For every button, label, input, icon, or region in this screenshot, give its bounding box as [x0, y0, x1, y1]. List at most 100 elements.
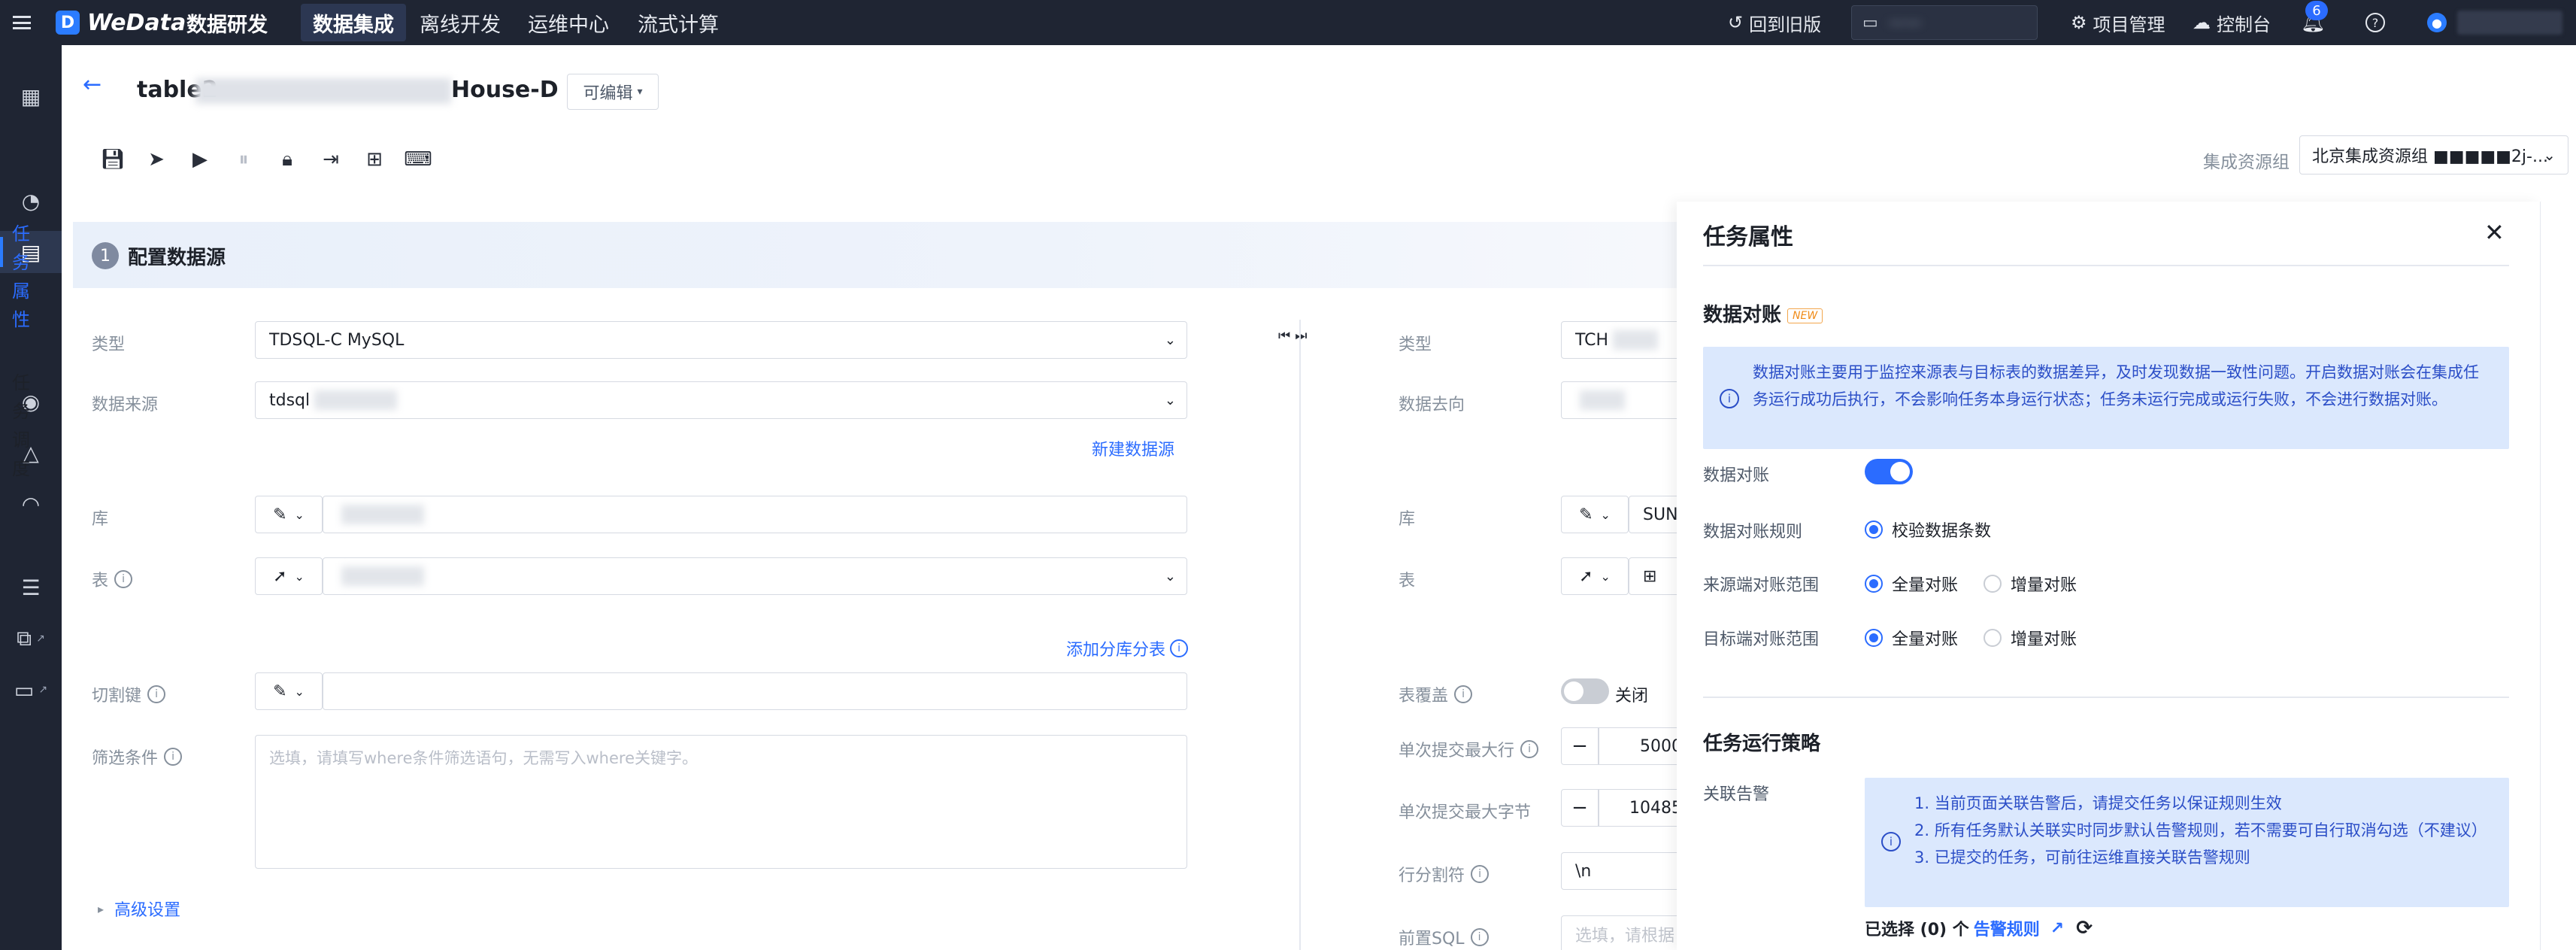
source-datasource-value: tdsql [269, 390, 311, 410]
source-range-incr-label: 增量对账 [2011, 576, 2077, 595]
max-rows-label-text: 单次提交最大行 [1399, 742, 1515, 760]
alarm-notice-line-2: 2. 所有任务默认关联实时同步默认告警规则，若不需要可自行取消勾选（不建议） [1914, 821, 2487, 839]
source-type-label: 类型 [92, 335, 126, 354]
menu-button[interactable] [11, 0, 33, 45]
undo-icon: ↺ [1728, 12, 1744, 33]
table-overwrite-state: 关闭 [1615, 687, 1649, 706]
edit-status-dropdown[interactable]: 可编辑 ▾ [567, 74, 659, 110]
reconciliation-toggle[interactable] [1865, 459, 1913, 484]
source-range-full-label: 全量对账 [1892, 576, 1959, 595]
resource-group-select[interactable]: 北京集成资源组 ■■■■■2j-... ⌄ [2299, 135, 2568, 175]
brand-name: WeData [87, 9, 186, 36]
filter-textarea[interactable]: 选填，请填写where条件筛选语句，无需写入where关键字。 [255, 735, 1187, 869]
gauge-icon[interactable]: ◠ [0, 483, 62, 525]
close-icon[interactable]: ✕ [2484, 218, 2505, 247]
collapse-panels-icon[interactable]: ⏮⏭ [1278, 328, 1311, 344]
info-icon[interactable]: i [1520, 740, 1539, 758]
source-datasource-select[interactable]: tdsql ⌄ [255, 381, 1187, 419]
data-integration-nav-icon[interactable]: ▤ [0, 231, 62, 273]
target-range-incr-radio[interactable]: 增量对账 [1984, 626, 2077, 650]
task-list-icon[interactable]: ☰ [0, 566, 62, 609]
info-icon[interactable]: i [114, 570, 133, 588]
tab-stream-compute[interactable]: 流式计算 [638, 0, 719, 45]
source-db-input[interactable] [323, 496, 1187, 533]
gear-icon: ⚙ [2071, 12, 2087, 33]
back-arrow-icon[interactable]: ← [83, 71, 102, 98]
new-badge: NEW [1787, 308, 1823, 323]
chevron-down-icon: ⌄ [1164, 332, 1176, 348]
radio-checked-icon [1865, 575, 1883, 593]
max-rows-decrement-button[interactable]: − [1561, 727, 1599, 765]
info-icon[interactable]: i [164, 748, 183, 766]
info-icon[interactable]: i [1454, 685, 1473, 703]
hamburger-icon [13, 16, 31, 29]
alarm-notice: i 1. 当前页面关联告警后，请提交任务以保证规则生效 2. 所有任务默认关联实… [1865, 778, 2509, 907]
side-tab-task-properties[interactable]: 任务属性 [12, 220, 30, 334]
side-tab-task-schedule[interactable]: 任务调度 [12, 369, 30, 483]
nodes-icon[interactable]: △ [0, 432, 62, 474]
tab-ops-center[interactable]: 运维中心 [528, 0, 609, 45]
submit-icon[interactable]: ➤ [144, 147, 168, 171]
dashboard-icon[interactable]: ◔ [0, 180, 62, 222]
section-title: 配置数据源 [128, 247, 226, 269]
new-datasource-link[interactable]: 新建数据源 [1092, 436, 1174, 460]
alarm-notice-line-3: 3. 已提交的任务，可前往运维直接关联告警规则 [1914, 848, 2250, 867]
folder-external-icon[interactable]: ▭ ↗ [0, 669, 62, 711]
brand-logo[interactable]: D WeData [56, 0, 186, 45]
console-button[interactable]: ☁ 控制台 [2193, 0, 2271, 45]
source-type-select[interactable]: TDSQL-C MySQL ⌄ [255, 321, 1187, 359]
target-range-full-label: 全量对账 [1892, 630, 1959, 649]
target-table-mode-button[interactable]: ➚ ⌄ [1561, 557, 1629, 595]
advanced-settings-toggle[interactable]: ▸ 高级设置 [98, 897, 180, 921]
lock-icon[interactable]: 🔒︎ [275, 147, 299, 171]
source-db-mode-button[interactable]: ✎ ⌄ [255, 496, 323, 533]
target-db-mode-button[interactable]: ✎ ⌄ [1561, 496, 1629, 533]
avatar[interactable]: ● [2427, 13, 2447, 32]
source-range-full-radio[interactable]: 全量对账 [1865, 572, 1958, 596]
target-type-value: TCH [1575, 330, 1609, 350]
max-bytes-decrement-button[interactable]: − [1561, 789, 1599, 827]
back-old-version-button[interactable]: ↺ 回到旧版 [1728, 0, 1821, 45]
info-icon: i [1170, 639, 1189, 657]
pause-icon[interactable]: ⏸ [232, 147, 256, 171]
help-icon[interactable]: ? [2365, 0, 2385, 45]
alarm-label: 关联告警 [1703, 785, 1770, 804]
tab-offline-dev[interactable]: 离线开发 [420, 0, 501, 45]
source-table-mode-button[interactable]: ➚ ⌄ [255, 557, 323, 595]
project-select[interactable]: ▭ —— [1851, 5, 2038, 40]
filter-label-text: 筛选条件 [92, 749, 159, 768]
caret-right-icon: ▸ [98, 901, 105, 916]
console-label: 控制台 [2217, 14, 2271, 35]
task-toolbar: 💾︎ ➤ ▶ ⏸ 🔒︎ ⇥ ⊞ ⌨ [101, 147, 432, 171]
target-range-label: 目标端对账范围 [1703, 630, 1820, 649]
table-overwrite-toggle[interactable] [1561, 678, 1609, 704]
target-range-full-radio[interactable]: 全量对账 [1865, 626, 1958, 650]
run-icon[interactable]: ▶ [188, 147, 212, 171]
save-icon[interactable]: 💾︎ [101, 147, 126, 171]
grid-apps-icon[interactable]: ▦ [0, 75, 62, 117]
monitor-icon[interactable]: ◉ [0, 381, 62, 423]
alarm-rules-link[interactable]: 告警规则 [1974, 916, 2040, 940]
column-divider [1299, 320, 1301, 950]
tab-data-integration[interactable]: 数据集成 [301, 4, 406, 41]
rule-count-radio[interactable]: 校验数据条数 [1865, 517, 1991, 542]
import-icon[interactable]: ⇥ [319, 147, 343, 171]
refresh-icon[interactable]: ⟳ [2076, 917, 2093, 939]
info-icon[interactable]: i [147, 685, 166, 703]
source-range-incr-radio[interactable]: 增量对账 [1984, 572, 2077, 596]
source-table-select[interactable]: ⌄ [323, 557, 1187, 595]
add-shard-table-link[interactable]: 添加分库分表 i [1066, 636, 1189, 660]
user-name-blurred[interactable] [2457, 11, 2562, 35]
info-icon[interactable]: i [1470, 928, 1489, 946]
script-mode-icon[interactable]: ⊞ [362, 147, 386, 171]
info-icon[interactable]: i [1471, 865, 1490, 883]
split-key-mode-button[interactable]: ✎ ⌄ [255, 672, 323, 710]
project-management-button[interactable]: ⚙ 项目管理 [2071, 0, 2165, 45]
split-key-input[interactable] [323, 672, 1187, 710]
source-range-label: 来源端对账范围 [1703, 576, 1820, 595]
external-tool-icon[interactable]: ⧉ ↗ [0, 618, 62, 660]
external-link-icon[interactable]: ↗ [2050, 919, 2064, 938]
terminal-icon[interactable]: ⌨ [404, 147, 432, 171]
advanced-settings-label: 高级设置 [114, 901, 181, 920]
blurred-value [1580, 390, 1625, 410]
